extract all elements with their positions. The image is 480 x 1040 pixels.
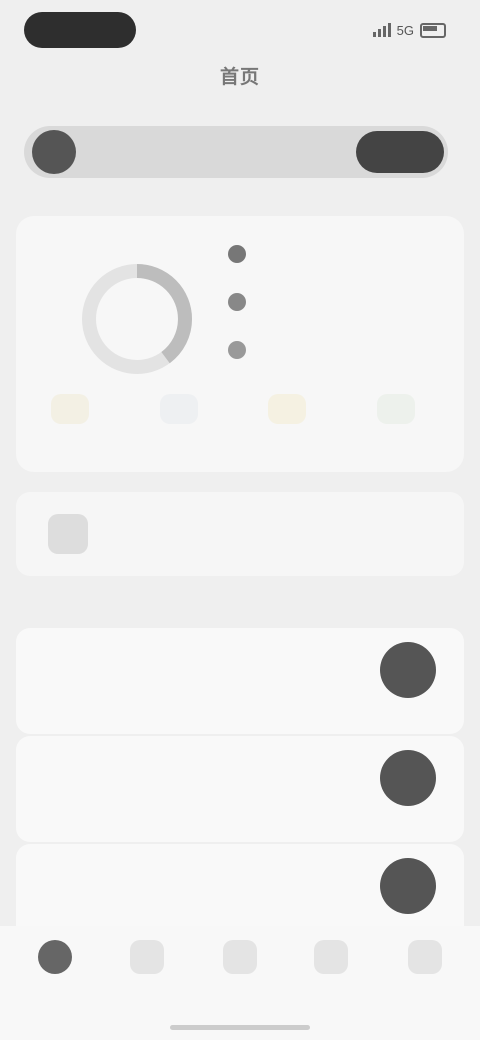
promo-banner[interactable] xyxy=(16,492,464,576)
nav-icon xyxy=(223,940,257,974)
status-indicators: 5G xyxy=(372,20,446,40)
avatar[interactable] xyxy=(32,130,76,174)
legend-row xyxy=(228,242,444,266)
quick-action-icon xyxy=(376,394,415,424)
donut-chart xyxy=(82,264,192,374)
home-icon xyxy=(38,940,72,974)
nav-item-3[interactable] xyxy=(205,940,275,982)
search-input[interactable] xyxy=(88,141,352,165)
search-bar xyxy=(24,126,448,178)
nav-icon xyxy=(408,940,442,974)
legend-row xyxy=(228,338,444,362)
nav-item-4[interactable] xyxy=(296,940,366,982)
list-item[interactable] xyxy=(16,736,464,842)
quick-action[interactable] xyxy=(28,394,112,454)
quick-action[interactable] xyxy=(354,394,438,454)
quick-action-icon xyxy=(268,394,307,424)
avatar xyxy=(380,858,436,914)
search-button[interactable] xyxy=(356,131,444,173)
avatar xyxy=(380,750,436,806)
quick-action-icon xyxy=(51,394,89,424)
bottom-nav xyxy=(0,926,480,1040)
signal-icon xyxy=(372,23,391,37)
quick-actions xyxy=(28,394,438,454)
quick-action[interactable] xyxy=(245,394,329,454)
status-bar: 5G xyxy=(0,0,480,60)
network-type: 5G xyxy=(396,22,414,38)
legend-dot-icon xyxy=(228,341,246,359)
page-title: 首页 xyxy=(219,67,260,88)
banner-icon xyxy=(48,514,88,554)
nav-item-home[interactable] xyxy=(20,940,90,982)
nav-item-2[interactable] xyxy=(112,940,182,982)
contact-list xyxy=(16,628,464,952)
nav-icon xyxy=(130,940,164,974)
legend-dot-icon xyxy=(228,293,246,311)
quick-action[interactable] xyxy=(137,394,221,454)
avatar xyxy=(380,642,436,698)
home-indicator xyxy=(170,1025,310,1030)
quick-action-icon xyxy=(159,394,198,424)
nav-icon xyxy=(314,940,348,974)
legend-dot-icon xyxy=(228,245,246,263)
battery-icon xyxy=(420,22,446,38)
summary-legend xyxy=(228,242,444,386)
status-time-pill xyxy=(24,12,136,48)
legend-row xyxy=(228,290,444,314)
list-item[interactable] xyxy=(16,628,464,734)
nav-item-5[interactable] xyxy=(390,940,460,982)
